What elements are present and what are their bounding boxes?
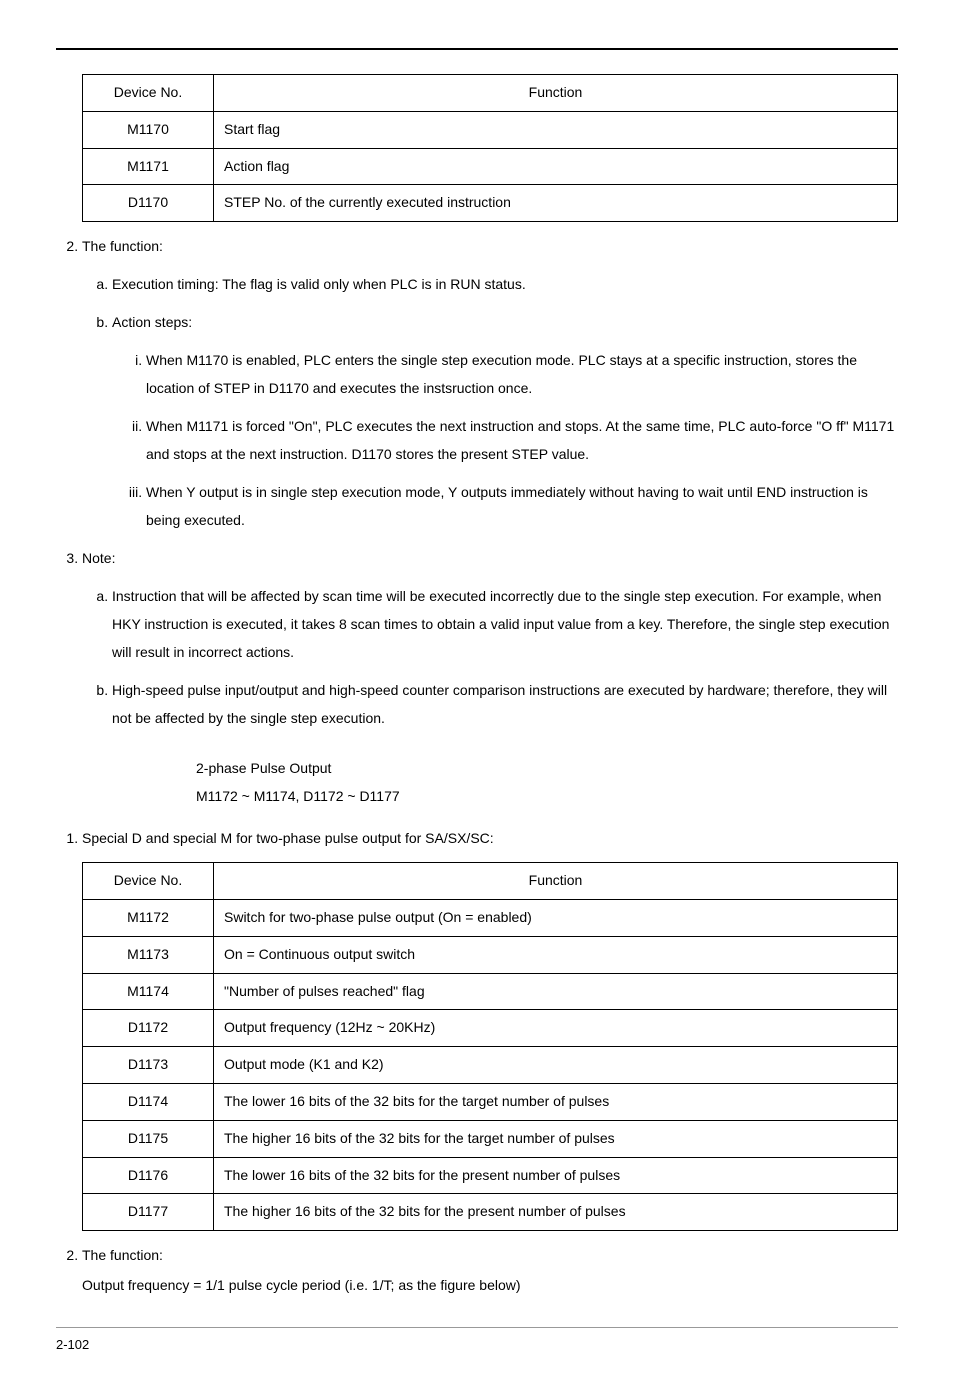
- table-row: M1172 Switch for two-phase pulse output …: [83, 899, 898, 936]
- list-item-3a: Instruction that will be affected by sca…: [112, 582, 898, 666]
- list3-item2-text: The function:: [82, 1247, 163, 1263]
- cell-device: M1174: [83, 973, 214, 1010]
- list-section-3: The function: Output frequency = 1/1 pul…: [56, 1241, 898, 1299]
- device-function-table-1: Device No. Function M1170 Start flag M11…: [82, 74, 898, 222]
- table1-wrap: Device No. Function M1170 Start flag M11…: [82, 74, 898, 222]
- table-row: M1173 On = Continuous output switch: [83, 936, 898, 973]
- table-row: D1176 The lower 16 bits of the 32 bits f…: [83, 1157, 898, 1194]
- list-item-2b-iii: When Y output is in single step executio…: [146, 478, 898, 534]
- table1-header-function: Function: [214, 75, 898, 112]
- cell-function: "Number of pulses reached" flag: [214, 973, 898, 1010]
- cell-function: The higher 16 bits of the 32 bits for th…: [214, 1194, 898, 1231]
- cell-device: M1173: [83, 936, 214, 973]
- cell-function: The lower 16 bits of the 32 bits for the…: [214, 1083, 898, 1120]
- cell-device: M1171: [83, 148, 214, 185]
- table2-wrap: Device No. Function M1172 Switch for two…: [82, 862, 898, 1231]
- list-item-2: The function: Execution timing: The flag…: [82, 232, 898, 534]
- table-header-row: Device No. Function: [83, 75, 898, 112]
- list-item-2-text: The function:: [82, 238, 163, 254]
- cell-function: The lower 16 bits of the 32 bits for the…: [214, 1157, 898, 1194]
- list3-item2: The function: Output frequency = 1/1 pul…: [82, 1241, 898, 1299]
- list2-item1: Special D and special M for two-phase pu…: [82, 824, 898, 852]
- table2-header-function: Function: [214, 863, 898, 900]
- cell-device: D1170: [83, 185, 214, 222]
- cell-device: D1177: [83, 1194, 214, 1231]
- device-function-table-2: Device No. Function M1172 Switch for two…: [82, 862, 898, 1231]
- cell-device: D1176: [83, 1157, 214, 1194]
- page-footer: 2-102: [56, 1327, 898, 1356]
- list-section-2: Special D and special M for two-phase pu…: [56, 824, 898, 852]
- list-3-sub: Instruction that will be affected by sca…: [82, 582, 898, 732]
- list-2b-sub: When M1170 is enabled, PLC enters the si…: [112, 346, 898, 534]
- cell-device: D1172: [83, 1010, 214, 1047]
- list-item-2a: Execution timing: The flag is valid only…: [112, 270, 898, 298]
- table-row: M1170 Start flag: [83, 111, 898, 148]
- cell-function: Output frequency (12Hz ~ 20KHz): [214, 1010, 898, 1047]
- table-row: D1173 Output mode (K1 and K2): [83, 1047, 898, 1084]
- cell-function: The higher 16 bits of the 32 bits for th…: [214, 1120, 898, 1157]
- cell-device: M1170: [83, 111, 214, 148]
- table-row: M1174 "Number of pulses reached" flag: [83, 973, 898, 1010]
- cell-function: Output mode (K1 and K2): [214, 1047, 898, 1084]
- list-item-3: Note: Instruction that will be affected …: [82, 544, 898, 732]
- cell-function: Switch for two-phase pulse output (On = …: [214, 899, 898, 936]
- list-item-2b: Action steps: When M1170 is enabled, PLC…: [112, 308, 898, 534]
- cell-function: Action flag: [214, 148, 898, 185]
- title-line-2: M1172 ~ M1174, D1172 ~ D1177: [196, 782, 898, 810]
- list-item-3-text: Note:: [82, 550, 115, 566]
- table1-header-device: Device No.: [83, 75, 214, 112]
- table-row: D1172 Output frequency (12Hz ~ 20KHz): [83, 1010, 898, 1047]
- table2-header-device: Device No.: [83, 863, 214, 900]
- top-rule: [56, 48, 898, 50]
- cell-function: STEP No. of the currently executed instr…: [214, 185, 898, 222]
- title-line-1: 2-phase Pulse Output: [196, 754, 898, 782]
- table-header-row: Device No. Function: [83, 863, 898, 900]
- list-section-1: The function: Execution timing: The flag…: [56, 232, 898, 732]
- list-item-2b-text: Action steps:: [112, 314, 192, 330]
- section-title-block: 2-phase Pulse Output M1172 ~ M1174, D117…: [196, 754, 898, 810]
- table-row: D1170 STEP No. of the currently executed…: [83, 185, 898, 222]
- table-row: D1174 The lower 16 bits of the 32 bits f…: [83, 1083, 898, 1120]
- list-item-2b-i: When M1170 is enabled, PLC enters the si…: [146, 346, 898, 402]
- cell-device: D1174: [83, 1083, 214, 1120]
- cell-device: D1175: [83, 1120, 214, 1157]
- list3-item2-sub: Output frequency = 1/1 pulse cycle perio…: [82, 1271, 898, 1299]
- list-2-sub: Execution timing: The flag is valid only…: [82, 270, 898, 534]
- cell-device: M1172: [83, 899, 214, 936]
- cell-function: On = Continuous output switch: [214, 936, 898, 973]
- table-row: M1171 Action flag: [83, 148, 898, 185]
- cell-device: D1173: [83, 1047, 214, 1084]
- table-row: D1175 The higher 16 bits of the 32 bits …: [83, 1120, 898, 1157]
- list-item-3b: High-speed pulse input/output and high-s…: [112, 676, 898, 732]
- list-item-2b-ii: When M1171 is forced "On", PLC executes …: [146, 412, 898, 468]
- cell-function: Start flag: [214, 111, 898, 148]
- table-row: D1177 The higher 16 bits of the 32 bits …: [83, 1194, 898, 1231]
